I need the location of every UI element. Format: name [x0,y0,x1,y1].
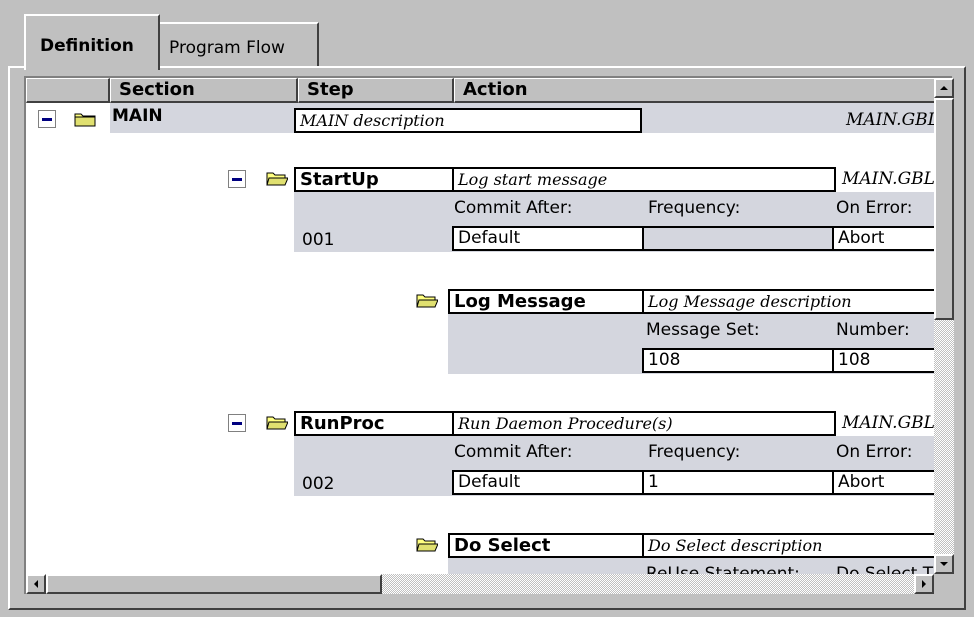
folder-icon [74,113,96,127]
frequency-label: Frequency: [648,442,741,462]
commit-after-label: Commit After: [454,198,573,218]
frequency-label: Frequency: [648,198,741,218]
folder-open-icon [416,538,438,552]
collapse-minus-icon[interactable] [38,110,56,128]
main-description-field[interactable]: MAIN description [294,108,642,133]
right-arrow-icon [922,580,926,588]
action-description-field[interactable]: Log Message description [642,289,942,314]
commit-after-label: Commit After: [454,442,573,462]
left-arrow-icon [34,580,38,588]
folder-open-icon [266,172,288,186]
action-name-field[interactable]: Do Select [448,533,644,558]
step-program-name: MAIN.GBL [842,413,935,433]
collapse-minus-icon[interactable] [228,170,246,188]
frequency-field[interactable] [642,226,838,251]
column-header-step[interactable]: Step [298,78,454,103]
commit-after-field[interactable]: Default [452,226,644,251]
message-set-label: Message Set: [646,320,760,340]
step-number: 001 [302,230,335,250]
scrollbar-corner [934,574,954,594]
folder-open-icon [416,294,438,308]
step-program-name: MAIN.GBL [842,169,935,189]
frequency-field[interactable]: 1 [642,470,838,495]
main-program-name: MAIN.GBL [846,110,939,130]
message-number-field[interactable]: 108 [832,348,942,373]
tab-definition-label: Definition [40,36,134,56]
vertical-scroll-thumb[interactable] [934,98,954,320]
column-header-section[interactable]: Section [110,78,298,103]
step-name-field[interactable]: StartUp [294,167,454,192]
tab-program-flow-label: Program Flow [169,38,285,58]
step-description-field[interactable]: Log start message [452,167,836,192]
flow-grid: Section Step Action MAIN MAIN descriptio… [24,76,952,594]
on-error-label: On Error: [836,442,913,462]
column-header-action[interactable]: Action [454,78,936,103]
scroll-up-button[interactable] [934,78,954,98]
row-header-cell [26,78,110,103]
horizontal-scroll-thumb[interactable] [46,574,382,594]
on-error-field[interactable]: Abort [832,226,942,251]
main-section-name: MAIN [112,106,163,126]
scroll-left-button[interactable] [26,574,46,594]
message-set-field[interactable]: 108 [642,348,838,373]
tab-program-flow[interactable]: Program Flow [157,22,319,68]
number-label: Number: [836,320,910,340]
down-arrow-icon [940,562,948,566]
on-error-field[interactable]: Abort [832,470,942,495]
scroll-down-button[interactable] [934,554,954,574]
scroll-right-button[interactable] [914,574,934,594]
commit-after-field[interactable]: Default [452,470,644,495]
step-name-field[interactable]: RunProc [294,411,454,436]
action-description-field[interactable]: Do Select description [642,533,942,558]
step-number: 002 [302,474,335,494]
step-description-field[interactable]: Run Daemon Procedure(s) [452,411,836,436]
tab-definition[interactable]: Definition [24,14,160,70]
collapse-minus-icon[interactable] [228,414,246,432]
folder-open-icon [266,416,288,430]
up-arrow-icon [940,86,948,90]
action-name-field[interactable]: Log Message [448,289,644,314]
on-error-label: On Error: [836,198,913,218]
